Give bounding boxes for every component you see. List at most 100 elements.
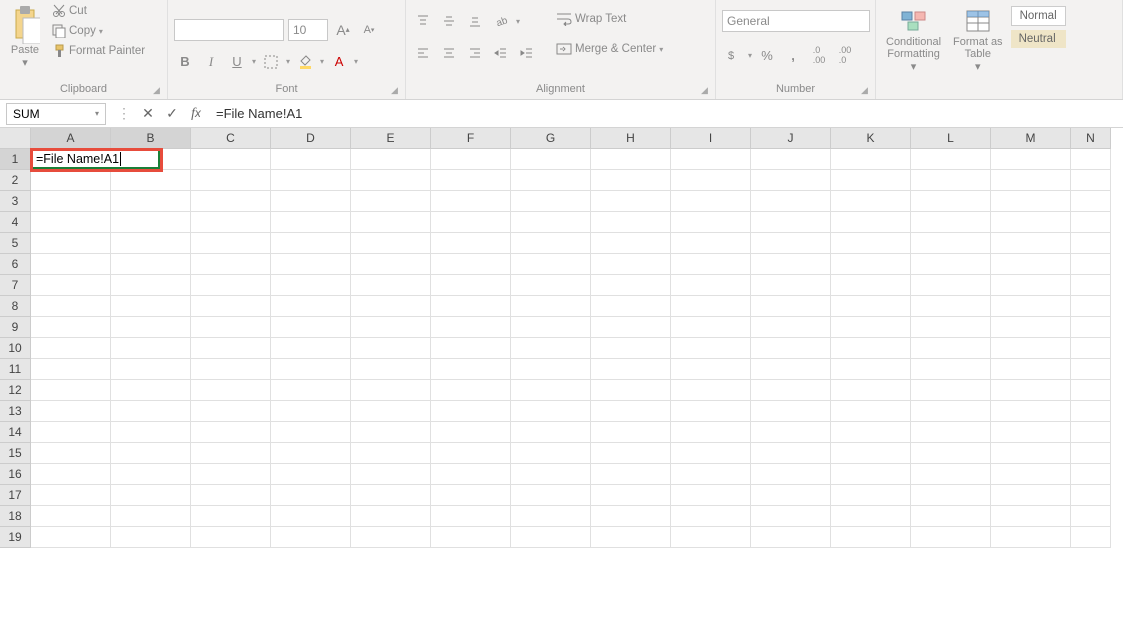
cell-I18[interactable] [671, 506, 751, 527]
cell-G13[interactable] [511, 401, 591, 422]
cell-H13[interactable] [591, 401, 671, 422]
cell-F19[interactable] [431, 527, 511, 548]
cell-A17[interactable] [31, 485, 111, 506]
cell-C3[interactable] [191, 191, 271, 212]
cell-E2[interactable] [351, 170, 431, 191]
cell-M9[interactable] [991, 317, 1071, 338]
wrap-text-button[interactable]: Wrap Text [552, 10, 667, 28]
cell-E8[interactable] [351, 296, 431, 317]
cell-E12[interactable] [351, 380, 431, 401]
cell-I7[interactable] [671, 275, 751, 296]
cell-N14[interactable] [1071, 422, 1111, 443]
cell-H10[interactable] [591, 338, 671, 359]
cell-G1[interactable] [511, 149, 591, 170]
cell-D3[interactable] [271, 191, 351, 212]
cell-I1[interactable] [671, 149, 751, 170]
cell-H3[interactable] [591, 191, 671, 212]
format-as-table-button[interactable]: Format as Table ▾ [949, 6, 1007, 75]
cell-style-normal[interactable]: Normal [1011, 6, 1066, 26]
cell-E5[interactable] [351, 233, 431, 254]
cell-B17[interactable] [111, 485, 191, 506]
orientation-button[interactable]: ab [490, 10, 512, 32]
cell-I9[interactable] [671, 317, 751, 338]
increase-indent-button[interactable] [516, 42, 538, 64]
cell-D7[interactable] [271, 275, 351, 296]
number-format-combobox[interactable] [722, 10, 870, 32]
column-header-J[interactable]: J [751, 128, 831, 149]
cell-G8[interactable] [511, 296, 591, 317]
comma-format-button[interactable]: , [782, 44, 804, 66]
cell-M12[interactable] [991, 380, 1071, 401]
cell-A7[interactable] [31, 275, 111, 296]
cell-B15[interactable] [111, 443, 191, 464]
cell-L5[interactable] [911, 233, 991, 254]
cell-A15[interactable] [31, 443, 111, 464]
cell-K4[interactable] [831, 212, 911, 233]
column-header-G[interactable]: G [511, 128, 591, 149]
cell-M3[interactable] [991, 191, 1071, 212]
cell-C11[interactable] [191, 359, 271, 380]
row-header-4[interactable]: 4 [0, 212, 31, 233]
cancel-formula-button[interactable]: ✕ [136, 102, 160, 126]
cell-J16[interactable] [751, 464, 831, 485]
cell-N12[interactable] [1071, 380, 1111, 401]
cell-F1[interactable] [431, 149, 511, 170]
cell-J13[interactable] [751, 401, 831, 422]
cell-C13[interactable] [191, 401, 271, 422]
cell-D15[interactable] [271, 443, 351, 464]
font-color-button[interactable]: A [328, 51, 350, 73]
cell-E1[interactable] [351, 149, 431, 170]
formula-input[interactable]: =File Name!A1 [208, 103, 1123, 125]
cell-C15[interactable] [191, 443, 271, 464]
cell-E11[interactable] [351, 359, 431, 380]
cell-C6[interactable] [191, 254, 271, 275]
cell-E4[interactable] [351, 212, 431, 233]
cell-B19[interactable] [111, 527, 191, 548]
cell-D11[interactable] [271, 359, 351, 380]
cell-I16[interactable] [671, 464, 751, 485]
select-all-corner[interactable] [0, 128, 31, 149]
cell-J8[interactable] [751, 296, 831, 317]
cell-A10[interactable] [31, 338, 111, 359]
formula-options-button[interactable]: ⋮ [112, 102, 136, 126]
cell-E14[interactable] [351, 422, 431, 443]
cell-J18[interactable] [751, 506, 831, 527]
cell-H15[interactable] [591, 443, 671, 464]
row-header-14[interactable]: 14 [0, 422, 31, 443]
cell-M17[interactable] [991, 485, 1071, 506]
cell-L11[interactable] [911, 359, 991, 380]
cell-I15[interactable] [671, 443, 751, 464]
cell-F10[interactable] [431, 338, 511, 359]
cell-F7[interactable] [431, 275, 511, 296]
font-name-combobox[interactable] [174, 19, 284, 41]
row-header-9[interactable]: 9 [0, 317, 31, 338]
cell-N5[interactable] [1071, 233, 1111, 254]
row-header-19[interactable]: 19 [0, 527, 31, 548]
row-header-17[interactable]: 17 [0, 485, 31, 506]
cell-G6[interactable] [511, 254, 591, 275]
cell-K3[interactable] [831, 191, 911, 212]
cell-C1[interactable] [191, 149, 271, 170]
cell-J17[interactable] [751, 485, 831, 506]
increase-decimal-button[interactable]: .0.00 [808, 44, 830, 66]
cell-B8[interactable] [111, 296, 191, 317]
row-header-16[interactable]: 16 [0, 464, 31, 485]
column-header-N[interactable]: N [1071, 128, 1111, 149]
cell-C17[interactable] [191, 485, 271, 506]
cell-M8[interactable] [991, 296, 1071, 317]
cell-M7[interactable] [991, 275, 1071, 296]
cell-K18[interactable] [831, 506, 911, 527]
cell-C10[interactable] [191, 338, 271, 359]
active-cell-editor[interactable]: =File Name!A1 [30, 148, 160, 169]
cell-B4[interactable] [111, 212, 191, 233]
cell-J6[interactable] [751, 254, 831, 275]
cell-G5[interactable] [511, 233, 591, 254]
cell-G2[interactable] [511, 170, 591, 191]
cell-A13[interactable] [31, 401, 111, 422]
cell-F14[interactable] [431, 422, 511, 443]
cell-B14[interactable] [111, 422, 191, 443]
cell-E18[interactable] [351, 506, 431, 527]
increase-font-button[interactable]: A▴ [332, 19, 354, 41]
cell-G9[interactable] [511, 317, 591, 338]
cell-L8[interactable] [911, 296, 991, 317]
